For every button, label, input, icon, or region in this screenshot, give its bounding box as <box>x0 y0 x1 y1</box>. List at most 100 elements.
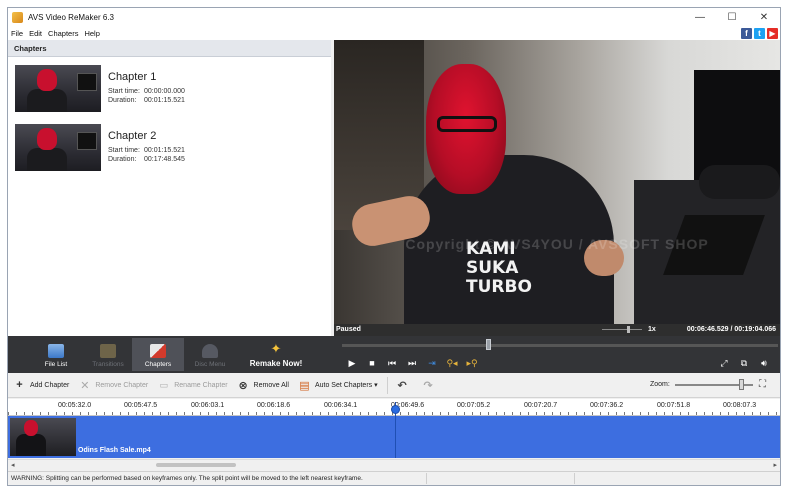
chapter-title: Chapter 1 <box>108 71 157 83</box>
auto-set-chapters-button[interactable]: ▤ Auto Set Chapters ▾ <box>298 379 378 392</box>
zoom-slider-knob[interactable] <box>739 379 744 390</box>
window-controls: — ☐ ✕ <box>684 8 780 27</box>
status-message: WARNING: Splitting can be performed base… <box>11 475 363 482</box>
app-window: AVS Video ReMaker 6.3 — ☐ ✕ File Edit Ch… <box>7 7 781 486</box>
video-preview[interactable]: KAMI SUKA TURBO Copyright © AVS4YOU / AV… <box>334 40 780 324</box>
next-marker-icon[interactable]: ▸⚲ <box>462 356 482 370</box>
maximize-button[interactable]: ☐ <box>716 8 748 27</box>
rename-chapter-button[interactable]: ▭ Rename Chapter <box>157 379 227 392</box>
controls-strip: File List Transitions Chapters Disc Menu… <box>8 336 780 373</box>
speed-slider-knob[interactable] <box>627 326 630 333</box>
seek-knob[interactable] <box>486 339 492 350</box>
ruler-tick: 00:05:32.0 <box>58 402 92 409</box>
ruler-tick: 00:05:47.5 <box>124 402 158 409</box>
ruler-tick: 00:06:18.6 <box>257 402 291 409</box>
time-readout: 00:06:46.529 / 00:19:04.066 <box>686 326 776 333</box>
menu-bar: File Edit Chapters Help f t ▶ <box>8 27 780 40</box>
playback-controls: ▶ ■ ⏮ ⏭ ⇥ ⚲◂ ▸⚲ <box>342 356 482 370</box>
split-icon[interactable]: ⇥ <box>422 356 442 370</box>
chapter-item-2[interactable]: Chapter 2 Start time: 00:01:15.521 Durati… <box>8 117 331 175</box>
remove-chapter-button[interactable]: ✕ Remove Chapter <box>78 379 148 392</box>
facebook-icon[interactable]: f <box>741 28 752 39</box>
menu-file[interactable]: File <box>11 29 23 38</box>
rename-icon: ▭ <box>159 379 168 390</box>
stop-icon[interactable]: ■ <box>362 356 382 370</box>
play-icon[interactable]: ▶ <box>342 356 362 370</box>
clip-thumbnail <box>10 418 76 456</box>
prev-marker-icon[interactable]: ⚲◂ <box>442 356 462 370</box>
scroll-left-icon[interactable]: ◂ <box>11 461 15 469</box>
scroll-right-icon[interactable]: ▸ <box>773 461 777 469</box>
chevron-down-icon: ▾ <box>372 382 378 389</box>
undo-icon: ↶ <box>397 379 407 392</box>
playback-status-bar: Paused 1x 00:06:46.529 / 00:19:04.066 <box>334 324 780 336</box>
ruler-tick: 00:06:03.1 <box>191 402 225 409</box>
window-title: AVS Video ReMaker 6.3 <box>28 13 114 22</box>
ruler-tick: 00:06:34.1 <box>324 402 358 409</box>
auto-chapters-icon: ▤ <box>299 379 310 392</box>
film-icon <box>48 344 64 358</box>
x-icon: ✕ <box>80 379 90 392</box>
youtube-icon[interactable]: ▶ <box>767 28 778 39</box>
chapter-thumbnail <box>15 124 101 171</box>
chapter-duration: Duration: 00:17:48.545 <box>108 156 185 163</box>
magic-wand-icon: ✦ <box>270 341 282 356</box>
redo-icon: ↷ <box>423 379 433 392</box>
chapter-start: Start time: 00:01:15.521 <box>108 147 185 154</box>
minimize-button[interactable]: — <box>684 8 716 27</box>
chapter-title: Chapter 2 <box>108 130 157 142</box>
mode-file-list[interactable]: File List <box>30 338 82 371</box>
scrollbar-thumb[interactable] <box>156 463 236 467</box>
timeline-scrollbar[interactable]: ◂ ▸ <box>8 459 780 470</box>
clip-name: Odins Flash Sale.mp4 <box>78 447 151 454</box>
ruler-tick: 00:07:20.7 <box>524 402 558 409</box>
zoom-label: Zoom: <box>650 381 670 388</box>
menu-chapters[interactable]: Chapters <box>48 29 78 38</box>
close-button[interactable]: ✕ <box>748 8 780 27</box>
mode-transitions[interactable]: Transitions <box>82 338 134 371</box>
volume-icon[interactable]: 🔊︎ <box>754 356 774 370</box>
ruler-tick: 00:07:05.2 <box>457 402 491 409</box>
previous-frame-icon[interactable]: ⏮ <box>382 356 402 370</box>
social-links: f t ▶ <box>739 28 778 39</box>
speed-slider[interactable] <box>602 329 642 330</box>
playback-state: Paused <box>336 326 361 333</box>
snapshot-icon[interactable]: ⧉ <box>734 356 754 370</box>
chapter-duration: Duration: 00:01:15.521 <box>108 97 185 104</box>
remove-all-icon: ⊗ <box>238 379 248 392</box>
playhead-handle[interactable] <box>391 405 400 414</box>
chapter-toolbar: + Add Chapter ✕ Remove Chapter ▭ Rename Cha… <box>8 373 780 398</box>
ruler-tick: 00:07:51.8 <box>657 402 691 409</box>
remove-all-button[interactable]: ⊗ Remove All <box>237 379 289 392</box>
transitions-icon <box>100 344 116 358</box>
chapters-icon <box>150 344 166 358</box>
toolbar-divider <box>386 376 388 394</box>
mode-chapters[interactable]: Chapters <box>132 338 184 371</box>
chapters-panel: Chapters Chapter 1 Start time: 00:00:00.0… <box>8 40 331 336</box>
watermark: Copyright © AVS4YOU / AVSSOFT SHOP <box>405 236 709 252</box>
mode-disc-menu[interactable]: Disc Menu <box>184 338 236 371</box>
title-bar: AVS Video ReMaker 6.3 — ☐ ✕ <box>8 8 780 27</box>
fullscreen-icon[interactable]: ⤢ <box>714 356 734 370</box>
disc-menu-icon <box>202 344 218 358</box>
twitter-icon[interactable]: t <box>754 28 765 39</box>
app-logo-icon <box>12 12 23 23</box>
fit-to-window-icon[interactable]: ⛶ <box>759 379 766 390</box>
chapter-thumbnail <box>15 65 101 112</box>
redo-button[interactable]: ↷ <box>422 379 439 392</box>
ruler-tick: 00:08:07.3 <box>723 402 757 409</box>
add-chapter-button[interactable]: + Add Chapter <box>13 379 69 392</box>
menu-edit[interactable]: Edit <box>29 29 42 38</box>
ruler-tick: 00:07:36.2 <box>590 402 624 409</box>
undo-button[interactable]: ↶ <box>396 379 413 392</box>
chapter-item-1[interactable]: Chapter 1 Start time: 00:00:00.000 Durati… <box>8 58 331 116</box>
next-frame-icon[interactable]: ⏭ <box>402 356 422 370</box>
playback-speed: 1x <box>648 326 656 333</box>
chapter-start: Start time: 00:00:00.000 <box>108 88 185 95</box>
seek-bar[interactable] <box>342 344 778 347</box>
menu-help[interactable]: Help <box>84 29 99 38</box>
remake-now-button[interactable]: ✦ Remake Now! <box>244 338 308 371</box>
status-line: WARNING: Splitting can be performed base… <box>8 471 780 485</box>
video-track[interactable]: Odins Flash Sale.mp4 <box>8 416 780 458</box>
chapters-panel-header: Chapters <box>8 40 331 57</box>
